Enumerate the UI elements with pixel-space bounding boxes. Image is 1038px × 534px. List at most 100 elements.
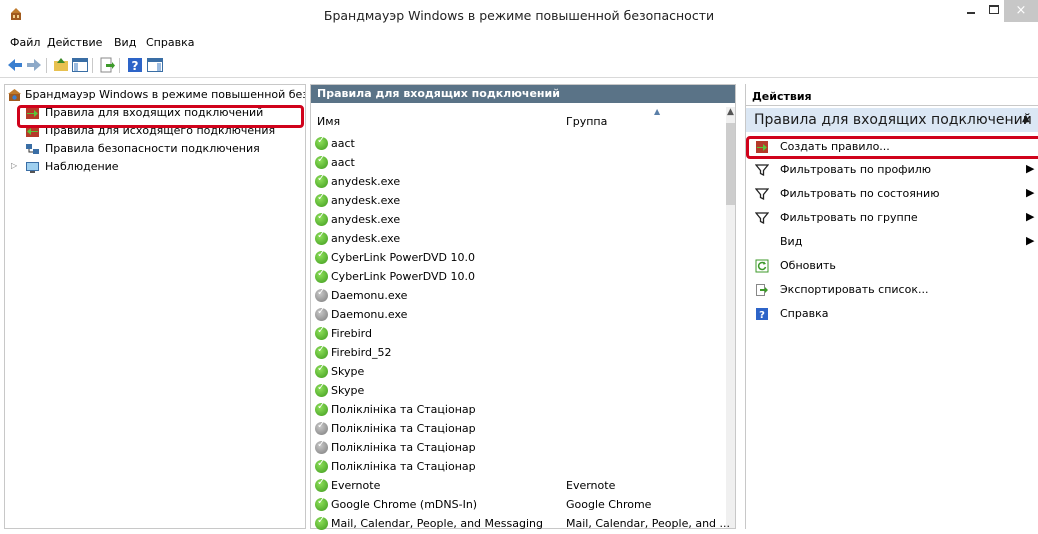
action-label: Вид (780, 235, 803, 248)
rule-name: CyberLink PowerDVD 10.0 (331, 270, 476, 283)
table-row[interactable]: Поліклініка та Стаціонар (311, 439, 727, 458)
action-item[interactable]: Обновить (746, 255, 1038, 278)
enabled-rule-icon (315, 382, 328, 397)
enabled-rule-icon (315, 192, 328, 207)
rule-name: Firebird_52 (331, 346, 392, 359)
tree-root[interactable]: Брандмауэр Windows в режиме повышенной б… (5, 87, 305, 104)
table-row[interactable]: CyberLink PowerDVD 10.0 (311, 249, 727, 268)
disabled-rule-icon (315, 439, 328, 454)
table-row[interactable]: anydesk.exe (311, 230, 727, 249)
scroll-up-icon[interactable]: ▲ (725, 107, 736, 121)
show-tree-icon[interactable] (71, 56, 89, 74)
table-row[interactable]: Skype (311, 363, 727, 382)
disabled-rule-icon (315, 420, 328, 435)
table-row[interactable]: Firebird_52 (311, 344, 727, 363)
rule-name: Поліклініка та Стаціонар (331, 441, 476, 454)
table-row[interactable]: aact (311, 154, 727, 173)
console-tree: Брандмауэр Windows в режиме повышенной б… (4, 84, 306, 529)
enabled-rule-icon (315, 363, 328, 378)
submenu-arrow-icon: ▶ (1026, 234, 1035, 247)
table-row[interactable]: Поліклініка та Стаціонар (311, 401, 727, 420)
table-row[interactable]: Google Chrome (mDNS-In) Google Chrome (311, 496, 727, 515)
filter-icon (754, 187, 770, 201)
rule-name: Поліклініка та Стаціонар (331, 422, 476, 435)
column-header-name[interactable]: Имя (317, 115, 340, 128)
table-row[interactable]: Daemonu.exe (311, 287, 727, 306)
menu-file[interactable]: Файл (10, 36, 40, 49)
menu-view[interactable]: Вид (114, 36, 136, 49)
expand-arrow-icon[interactable]: ▷ (11, 161, 17, 170)
table-row[interactable]: aact (311, 135, 727, 154)
table-row[interactable]: Firebird (311, 325, 727, 344)
monitoring-icon (26, 162, 39, 173)
rule-name: anydesk.exe (331, 194, 401, 207)
highlight-box-new-rule (746, 136, 1038, 159)
maximize-button[interactable] (984, 0, 1004, 22)
rule-name: anydesk.exe (331, 175, 401, 188)
table-row[interactable]: Evernote Evernote (311, 477, 727, 496)
table-row[interactable]: Поліклініка та Стаціонар (311, 420, 727, 439)
action-item[interactable]: Фильтровать по состоянию ▶ (746, 183, 1038, 206)
action-item[interactable]: Фильтровать по профилю ▶ (746, 159, 1038, 182)
actions-section-inbound[interactable]: Правила для входящих подключений ▲ (746, 108, 1038, 132)
rule-name: Mail, Calendar, People, and Messaging (331, 517, 543, 530)
rule-name: Daemonu.exe (331, 289, 408, 302)
menu-action[interactable]: Действие (47, 36, 102, 49)
rule-name: anydesk.exe (331, 232, 401, 245)
action-item[interactable]: ? Справка (746, 303, 1038, 326)
enabled-rule-icon (315, 230, 328, 245)
rule-name: aact (331, 137, 355, 150)
minimize-button[interactable] (958, 0, 984, 22)
table-row[interactable]: CyberLink PowerDVD 10.0 (311, 268, 727, 287)
tree-item-connection-security[interactable]: Правила безопасности подключения (5, 141, 305, 158)
enabled-rule-icon (315, 477, 328, 492)
table-row[interactable]: Skype (311, 382, 727, 401)
help-icon[interactable]: ? (126, 56, 144, 74)
enabled-rule-icon (315, 154, 328, 169)
table-row[interactable]: Daemonu.exe (311, 306, 727, 325)
column-header-group[interactable]: Группа (566, 115, 607, 128)
show-action-pane-icon[interactable] (146, 56, 164, 74)
minimize-icon (967, 12, 975, 14)
action-item[interactable]: Экспортировать список... (746, 279, 1038, 302)
toolbar-separator (119, 58, 120, 73)
rule-name: anydesk.exe (331, 213, 401, 226)
rule-name: Firebird (331, 327, 372, 340)
table-row[interactable]: Mail, Calendar, People, and Messaging Mai… (311, 515, 730, 534)
menu-help[interactable]: Справка (146, 36, 194, 49)
table-row[interactable]: anydesk.exe (311, 173, 727, 192)
action-item[interactable]: Вид ▶ (746, 231, 1038, 254)
table-row[interactable]: anydesk.exe (311, 192, 727, 211)
rule-group: Google Chrome (566, 498, 652, 511)
table-row[interactable]: Поліклініка та Стаціонар (311, 458, 727, 477)
rule-name: Daemonu.exe (331, 308, 408, 321)
table-row[interactable]: anydesk.exe (311, 211, 727, 230)
toolbar-separator (46, 58, 47, 73)
rule-name: Поліклініка та Стаціонар (331, 460, 476, 473)
enabled-rule-icon (315, 173, 328, 188)
close-button[interactable]: × (1004, 0, 1038, 22)
enabled-rule-icon (315, 344, 328, 359)
export-list-icon[interactable] (98, 56, 116, 74)
filter-icon (754, 211, 770, 225)
enabled-rule-icon (315, 135, 328, 150)
rules-pane-header: Правила для входящих подключений (311, 85, 735, 103)
disabled-rule-icon (315, 306, 328, 321)
forward-arrow-icon[interactable] (25, 56, 43, 74)
menu-bar: Файл Действие Вид Справка (0, 34, 1038, 52)
collapse-arrow-icon[interactable]: ▲ (1022, 113, 1030, 124)
rule-group: Evernote (566, 479, 616, 492)
back-arrow-icon[interactable] (6, 56, 24, 74)
toolbar-separator (92, 58, 93, 73)
scrollbar-thumb[interactable] (726, 123, 735, 205)
tree-item-monitoring[interactable]: ▷ Наблюдение (5, 159, 305, 176)
toolbar: ? (0, 54, 1038, 78)
actions-header: Действия (746, 84, 1038, 106)
connection-security-icon (26, 144, 39, 154)
enabled-rule-icon (315, 268, 328, 283)
sort-arrow-icon: ▲ (654, 107, 661, 116)
enabled-rule-icon (315, 515, 328, 530)
rule-name: Google Chrome (mDNS-In) (331, 498, 478, 511)
action-item[interactable]: Фильтровать по группе ▶ (746, 207, 1038, 230)
up-folder-icon[interactable] (52, 56, 70, 74)
